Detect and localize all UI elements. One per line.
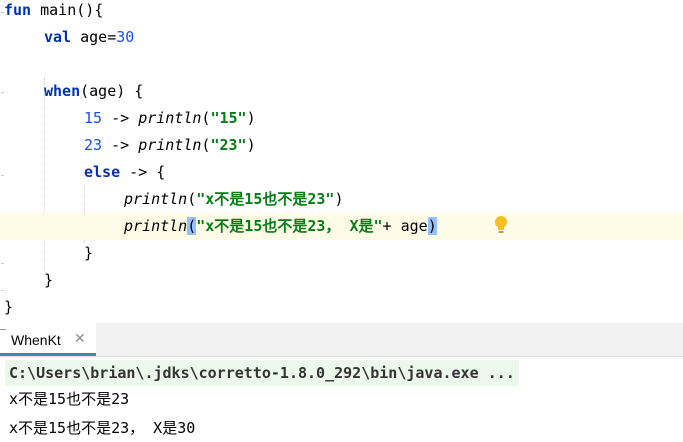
code-token: -> xyxy=(102,136,139,154)
code-line-content: } xyxy=(44,267,53,294)
code-line[interactable]: 23 -> println("23") xyxy=(0,132,683,159)
code-token: ( xyxy=(187,190,197,208)
code-line[interactable]: } xyxy=(0,294,683,321)
code-line[interactable]: } xyxy=(0,267,683,294)
code-token: "23" xyxy=(210,136,247,154)
code-token: when xyxy=(44,82,81,100)
code-token: ) xyxy=(246,109,256,127)
code-line[interactable]: println("x不是15也不是23， X是"+ age) xyxy=(0,213,683,240)
console-output-line: x不是15也不是23 xyxy=(9,390,130,408)
tab-pin-marker xyxy=(0,329,6,330)
code-token: } xyxy=(84,244,94,262)
code-line[interactable]: println("x不是15也不是23") xyxy=(0,186,683,213)
code-editor[interactable]: fun main(){val age=30 when(age) {15 -> pr… xyxy=(0,0,683,323)
code-token: "15" xyxy=(210,109,247,127)
code-token: ) xyxy=(427,217,437,235)
code-line-content: println("x不是15也不是23， X是"+ age) xyxy=(124,213,437,240)
code-token: println xyxy=(124,217,188,235)
code-line-content: when(age) { xyxy=(44,78,143,105)
run-tab-bar: WhenKt ✕ xyxy=(0,323,683,357)
code-token: + age xyxy=(382,217,428,235)
tab-whenkt[interactable]: WhenKt ✕ xyxy=(0,323,96,356)
run-command-line[interactable]: C:\Users\brian\.jdks\corretto-1.8.0_292\… xyxy=(5,360,519,386)
lightbulb-icon[interactable] xyxy=(494,215,508,235)
code-token: (age) { xyxy=(80,82,144,100)
code-token: main(){ xyxy=(31,1,104,19)
code-token: 30 xyxy=(116,28,135,46)
code-line[interactable]: when(age) { xyxy=(0,78,683,105)
run-tool-window: WhenKt ✕ C:\Users\brian\.jdks\corretto-1… xyxy=(0,323,683,442)
code-token: -> xyxy=(102,109,139,127)
code-token: println xyxy=(124,190,188,208)
code-token: "x不是15也不是23" xyxy=(196,190,335,208)
code-token: age= xyxy=(71,28,117,46)
code-token: ) xyxy=(246,136,256,154)
close-icon[interactable]: ✕ xyxy=(74,330,86,347)
code-token: else xyxy=(84,163,121,181)
tab-label: WhenKt xyxy=(11,332,61,348)
code-token: fun xyxy=(4,1,32,19)
code-line[interactable]: fun main(){ xyxy=(0,0,683,24)
code-token: } xyxy=(4,298,14,316)
code-line-content: println("x不是15也不是23") xyxy=(124,186,344,213)
code-token: 23 xyxy=(84,136,103,154)
code-line[interactable] xyxy=(0,51,683,78)
code-line-content: } xyxy=(4,294,13,321)
code-line-content: 23 -> println("23") xyxy=(84,132,256,159)
code-token: println xyxy=(138,109,202,127)
code-line-content: 15 -> println("15") xyxy=(84,105,256,132)
code-line-content: else -> { xyxy=(84,159,165,186)
code-line-content: } xyxy=(84,240,93,267)
code-line[interactable]: else -> { xyxy=(0,159,683,186)
code-line[interactable]: val age=30 xyxy=(0,24,683,51)
code-token: "x不是15也不是23， X是" xyxy=(196,217,383,235)
code-line[interactable]: 15 -> println("15") xyxy=(0,105,683,132)
code-token: -> { xyxy=(120,163,166,181)
code-token: ) xyxy=(334,190,344,208)
code-token: println xyxy=(138,136,202,154)
code-line-content: fun main(){ xyxy=(4,0,103,24)
console-output-line: x不是15也不是23， X是30 xyxy=(9,419,196,437)
tab-active-indicator xyxy=(0,353,96,356)
code-line-content: val age=30 xyxy=(44,24,134,51)
code-token: val xyxy=(44,28,72,46)
code-token: } xyxy=(44,271,54,289)
code-token: ( xyxy=(187,217,197,235)
code-token: 15 xyxy=(84,109,103,127)
code-line[interactable]: } xyxy=(0,240,683,267)
